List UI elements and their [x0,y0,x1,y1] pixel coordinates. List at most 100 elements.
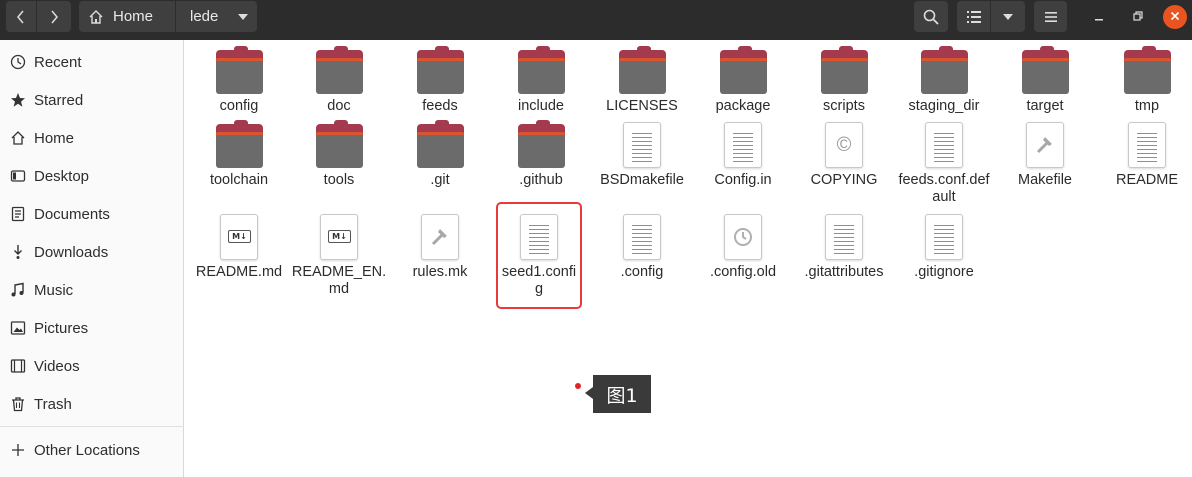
file-icon-wrap [189,46,289,94]
file-icon-wrap [693,120,793,168]
backup-file-icon [724,214,762,260]
folder-icon [315,120,363,168]
text-file-icon [520,214,558,260]
file-item[interactable]: .config.old [693,212,793,281]
folder-item[interactable]: include [491,46,591,115]
file-name-label: .github [519,172,563,188]
folder-item[interactable]: feeds [390,46,490,115]
list-view-button[interactable] [957,1,990,32]
file-item[interactable]: Makefile [995,120,1095,189]
file-icon-wrap [390,212,490,260]
breadcrumb-lede-label: lede [190,8,219,25]
star-icon [10,92,26,108]
text-file-icon [724,122,762,168]
file-item[interactable]: © COPYING [794,120,894,189]
file-name-label: feeds [422,98,458,114]
file-icon-wrap [894,212,994,260]
file-name-label: include [518,98,564,114]
folder-icon [416,120,464,168]
close-button[interactable] [1163,5,1187,29]
search-icon [923,9,939,25]
breadcrumb-lede[interactable]: lede [176,1,257,32]
main-menu-button[interactable] [1034,1,1067,32]
sidebar-item-other-locations[interactable]: Other Locations [0,435,184,465]
file-name-label: package [715,98,771,114]
file-item[interactable]: M↓ README_EN.md [289,212,389,298]
file-item[interactable]: seed1.config [496,202,582,309]
maximize-button[interactable] [1126,5,1150,29]
folder-item[interactable]: scripts [794,46,894,115]
hamburger-menu-icon [1044,11,1057,22]
file-item[interactable]: README [1097,120,1192,189]
sidebar-item-recent[interactable]: Recent [0,47,184,77]
file-item[interactable]: feeds.conf.default [894,120,994,206]
folder-item[interactable]: package [693,46,793,115]
file-name-label: .gitignore [914,264,974,280]
folder-icon [517,120,565,168]
chevron-right-icon [49,10,59,24]
view-options-dropdown[interactable] [991,1,1025,32]
folder-item[interactable]: .github [491,120,591,189]
sidebar-item-starred[interactable]: Starred [0,85,184,115]
home-icon [88,9,104,25]
file-grid: config doc feeds include LICENSES package scri… [185,40,1192,477]
folder-item[interactable]: doc [289,46,389,115]
file-item[interactable]: .gitattributes [794,212,894,281]
search-button[interactable] [914,1,948,32]
folder-item[interactable]: LICENSES [592,46,692,115]
back-button[interactable] [6,1,36,32]
file-item[interactable]: Config.in [693,120,793,189]
file-icon-wrap [390,46,490,94]
sidebar-item-music[interactable]: Music [0,275,184,305]
sidebar-item-label: Downloads [34,243,109,261]
folder-item[interactable]: tmp [1097,46,1192,115]
file-name-label: Makefile [1018,172,1072,188]
file-name-label: scripts [823,98,865,114]
sidebar-item-downloads[interactable]: Downloads [0,237,184,267]
sidebar-item-label: Home [34,129,75,147]
file-icon-wrap [693,46,793,94]
sidebar-item-trash[interactable]: Trash [0,389,184,419]
music-icon [10,282,26,298]
folder-item[interactable]: tools [289,120,389,189]
folder-icon [215,120,263,168]
folder-item[interactable]: target [995,46,1095,115]
folder-item[interactable]: staging_dir [894,46,994,115]
file-item[interactable]: rules.mk [390,212,490,281]
folder-item[interactable]: .git [390,120,490,189]
folder-item[interactable]: toolchain [189,120,289,189]
file-name-label: config [219,98,259,114]
file-item[interactable]: BSDmakefile [592,120,692,189]
file-item[interactable]: .gitignore [894,212,994,281]
annotation-dot [575,383,581,389]
file-item[interactable]: .config [592,212,692,281]
hammer-icon [1026,122,1064,168]
file-name-label: .config [620,264,664,280]
sidebar-item-home[interactable]: Home [0,123,184,153]
forward-button[interactable] [37,1,71,32]
sidebar-item-label: Documents [34,205,110,223]
sidebar-item-videos[interactable]: Videos [0,351,184,381]
file-icon-wrap [491,46,591,94]
minimize-icon [1094,8,1104,26]
sidebar-item-documents[interactable]: Documents [0,199,184,229]
file-name-label: rules.mk [412,264,468,280]
breadcrumb-home[interactable]: Home [79,1,175,32]
desktop-icon [10,168,26,184]
file-icon-wrap [995,120,1095,168]
file-icon-wrap [693,212,793,260]
file-icon-wrap [491,120,591,168]
folder-icon [920,46,968,94]
sidebar-item-desktop[interactable]: Desktop [0,161,184,191]
file-icon-wrap [794,212,894,260]
folder-icon [1021,46,1069,94]
file-item[interactable]: M↓ README.md [189,212,289,281]
sidebar-item-pictures[interactable]: Pictures [0,313,184,343]
annotation-label: 图1 [585,375,651,413]
file-icon-wrap [1097,120,1192,168]
breadcrumb-home-label: Home [113,8,154,25]
file-name-label: README_EN.md [291,264,387,297]
sidebar-item-label: Recent [34,53,82,71]
folder-item[interactable]: config [189,46,289,115]
minimize-button[interactable] [1087,5,1111,29]
